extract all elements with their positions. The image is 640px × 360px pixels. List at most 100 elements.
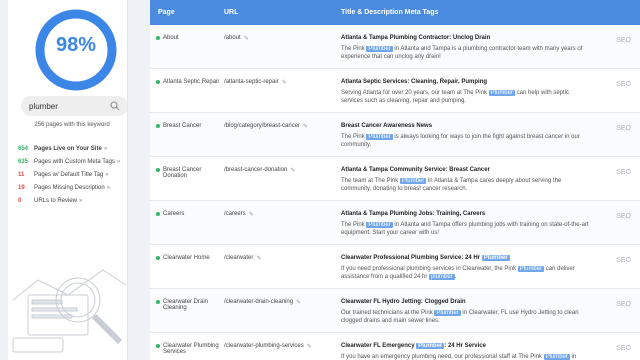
edit-pencil-icon[interactable]: ✎: [282, 79, 287, 112]
seo-button[interactable]: SEO: [591, 333, 631, 360]
search-input[interactable]: [29, 101, 109, 111]
edit-pencil-icon[interactable]: ✎: [244, 35, 249, 68]
status-dot-icon: [156, 124, 160, 128]
page-cell: Clearwater Plumbing Services: [150, 333, 224, 360]
url-cell: /clearwater-plumbing-services ✎: [224, 333, 341, 360]
meta-description[interactable]: The Pink Plumber in Atlanta and Tampa of…: [341, 221, 591, 237]
meta-title[interactable]: Breast Cancer Awareness News: [341, 123, 591, 129]
stat-row[interactable]: 0 URLs to Review»: [18, 194, 127, 207]
keyword-highlight: Plumber: [434, 310, 461, 316]
meta-cell[interactable]: Clearwater Professional Plumbing Service…: [341, 245, 591, 288]
stat-row[interactable]: 635 Pages with Custom Meta Tags»: [18, 155, 127, 168]
meta-table: Page URL Title & Description Meta Tags A…: [150, 0, 640, 360]
meta-description[interactable]: Serving Atlanta for over 20 years, our t…: [341, 89, 591, 105]
url-text[interactable]: /careers: [224, 211, 246, 244]
seo-button[interactable]: SEO: [591, 113, 631, 156]
table-row[interactable]: Breast Cancer/blog/category/breast-cance…: [150, 113, 640, 157]
stat-row[interactable]: 19 Pages Missing Description»: [18, 181, 127, 194]
edit-pencil-icon[interactable]: ✎: [249, 211, 254, 244]
meta-title[interactable]: Atlanta & Tampa Plumbing Contractor: Unc…: [341, 35, 591, 41]
meta-title[interactable]: Atlanta & Tampa Community Service: Breas…: [341, 167, 591, 173]
seo-button[interactable]: SEO: [591, 245, 631, 288]
meta-title[interactable]: Atlanta Septic Services: Cleaning, Repai…: [341, 79, 591, 85]
seo-button[interactable]: SEO: [591, 25, 631, 68]
meta-cell[interactable]: Atlanta & Tampa Community Service: Breas…: [341, 157, 591, 200]
stat-label: Pages with Custom Meta Tags: [34, 158, 115, 165]
chevron-right-icon[interactable]: »: [117, 159, 120, 165]
meta-title[interactable]: Clearwater FL Emergency Plumber: 24 Hr S…: [341, 343, 591, 349]
meta-cell[interactable]: Breast Cancer Awareness News The Pink Plu…: [341, 113, 591, 156]
meta-title[interactable]: Atlanta & Tampa Plumbing Jobs: Training,…: [341, 211, 591, 217]
url-text[interactable]: /blog/category/breast-cancer: [224, 123, 300, 156]
page-name[interactable]: Clearwater Plumbing Services: [163, 343, 220, 360]
page-name[interactable]: Clearwater Drain Cleaning: [163, 299, 220, 332]
table-row[interactable]: Clearwater Drain Cleaning/clearwater-dra…: [150, 289, 640, 333]
table-row[interactable]: Atlanta Septic Repair/atlanta-septic-rep…: [150, 69, 640, 113]
status-dot-icon: [156, 344, 160, 348]
page-name[interactable]: Atlanta Septic Repair: [163, 79, 219, 112]
edit-pencil-icon[interactable]: ✎: [290, 167, 295, 200]
seo-button[interactable]: SEO: [591, 157, 631, 200]
url-text[interactable]: /clearwater: [224, 255, 253, 288]
meta-title[interactable]: Clearwater Professional Plumbing Service…: [341, 255, 591, 261]
meta-title[interactable]: Clearwater FL Hydro Jetting: Clogged Dra…: [341, 299, 591, 305]
table-row[interactable]: Clearwater Plumbing Services/clearwater-…: [150, 333, 640, 360]
url-text[interactable]: /atlanta-septic-repair: [224, 79, 279, 112]
meta-cell[interactable]: Clearwater FL Hydro Jetting: Clogged Dra…: [341, 289, 591, 332]
meta-cell[interactable]: Atlanta & Tampa Plumbing Jobs: Training,…: [341, 201, 591, 244]
url-text[interactable]: /clearwater-plumbing-services: [224, 343, 304, 360]
table-row[interactable]: About/about ✎ Atlanta & Tampa Plumbing Con…: [150, 25, 640, 69]
table-row[interactable]: Careers/careers ✎ Atlanta & Tampa Plumbing…: [150, 201, 640, 245]
url-text[interactable]: /clearwater-drain-cleaning: [224, 299, 293, 332]
page-name[interactable]: Breast Cancer: [163, 123, 201, 156]
edit-pencil-icon[interactable]: ✎: [307, 343, 312, 360]
page-cell: Atlanta Septic Repair: [150, 69, 224, 112]
meta-description[interactable]: The Pink Plumber is always looking for w…: [341, 133, 591, 149]
meta-description[interactable]: Our trained technicians at the Pink Plum…: [341, 309, 591, 325]
keyword-highlight: Plumber: [481, 255, 510, 261]
meta-description[interactable]: The Pink Plumber in Atlanta and Tampa is…: [341, 45, 591, 61]
chevron-right-icon[interactable]: »: [79, 198, 82, 204]
seo-button[interactable]: SEO: [591, 289, 631, 332]
stats-list: 654 Pages Live on Your Site» 635 Pages with…: [18, 142, 127, 207]
edit-pencil-icon[interactable]: ✎: [256, 255, 261, 288]
seo-button[interactable]: SEO: [591, 69, 631, 112]
table-row[interactable]: Clearwater Home/clearwater ✎ Clearwater Pr…: [150, 245, 640, 289]
url-cell: /blog/category/breast-cancer ✎: [224, 113, 341, 156]
stat-label: URLs to Review: [34, 197, 78, 204]
stat-row[interactable]: 654 Pages Live on Your Site»: [18, 142, 127, 155]
page-name[interactable]: Careers: [163, 211, 184, 244]
pages-count: 256 pages with this keyword: [34, 122, 110, 128]
meta-description[interactable]: The team at The Pink Plumber in Atlanta …: [341, 177, 591, 193]
chevron-right-icon[interactable]: »: [107, 185, 110, 191]
url-text[interactable]: /breast-cancer-donation: [224, 167, 287, 200]
url-text[interactable]: /about: [224, 35, 241, 68]
keyword-highlight: Plumber: [517, 266, 545, 272]
seo-button[interactable]: SEO: [591, 201, 631, 244]
header-url[interactable]: URL: [224, 9, 341, 16]
meta-cell[interactable]: Clearwater FL Emergency Plumber: 24 Hr S…: [341, 333, 591, 360]
meta-description[interactable]: If you need professional plumbing servic…: [341, 265, 591, 281]
search-icon[interactable]: [110, 101, 120, 111]
meta-cell[interactable]: Atlanta Septic Services: Cleaning, Repai…: [341, 69, 591, 112]
page-name[interactable]: Clearwater Home: [163, 255, 210, 288]
table-row[interactable]: Breast Cancer Donation/breast-cancer-don…: [150, 157, 640, 201]
chevron-right-icon[interactable]: »: [105, 172, 108, 178]
search-box[interactable]: [21, 96, 127, 116]
keyword-highlight: Plumber: [366, 222, 393, 228]
header-page[interactable]: Page: [150, 9, 224, 16]
meta-cell[interactable]: Atlanta & Tampa Plumbing Contractor: Unc…: [341, 25, 591, 68]
stat-row[interactable]: 11 Pages w/ Default Title Tag»: [18, 168, 127, 181]
page-name[interactable]: About: [163, 35, 179, 68]
keyword-highlight: Plumber: [366, 134, 393, 140]
page-cell: Clearwater Drain Cleaning: [150, 289, 224, 332]
stat-count: 0: [18, 197, 22, 204]
chevron-right-icon[interactable]: »: [104, 146, 107, 152]
stat-count: 11: [18, 171, 25, 178]
edit-pencil-icon[interactable]: ✎: [296, 299, 301, 332]
page-name[interactable]: Breast Cancer Donation: [163, 167, 220, 200]
header-meta[interactable]: Title & Description Meta Tags: [341, 9, 591, 16]
edit-pencil-icon[interactable]: ✎: [303, 123, 308, 156]
meta-description[interactable]: If you have an emergency plumbing need, …: [341, 353, 591, 360]
page-cell: Careers: [150, 201, 224, 244]
